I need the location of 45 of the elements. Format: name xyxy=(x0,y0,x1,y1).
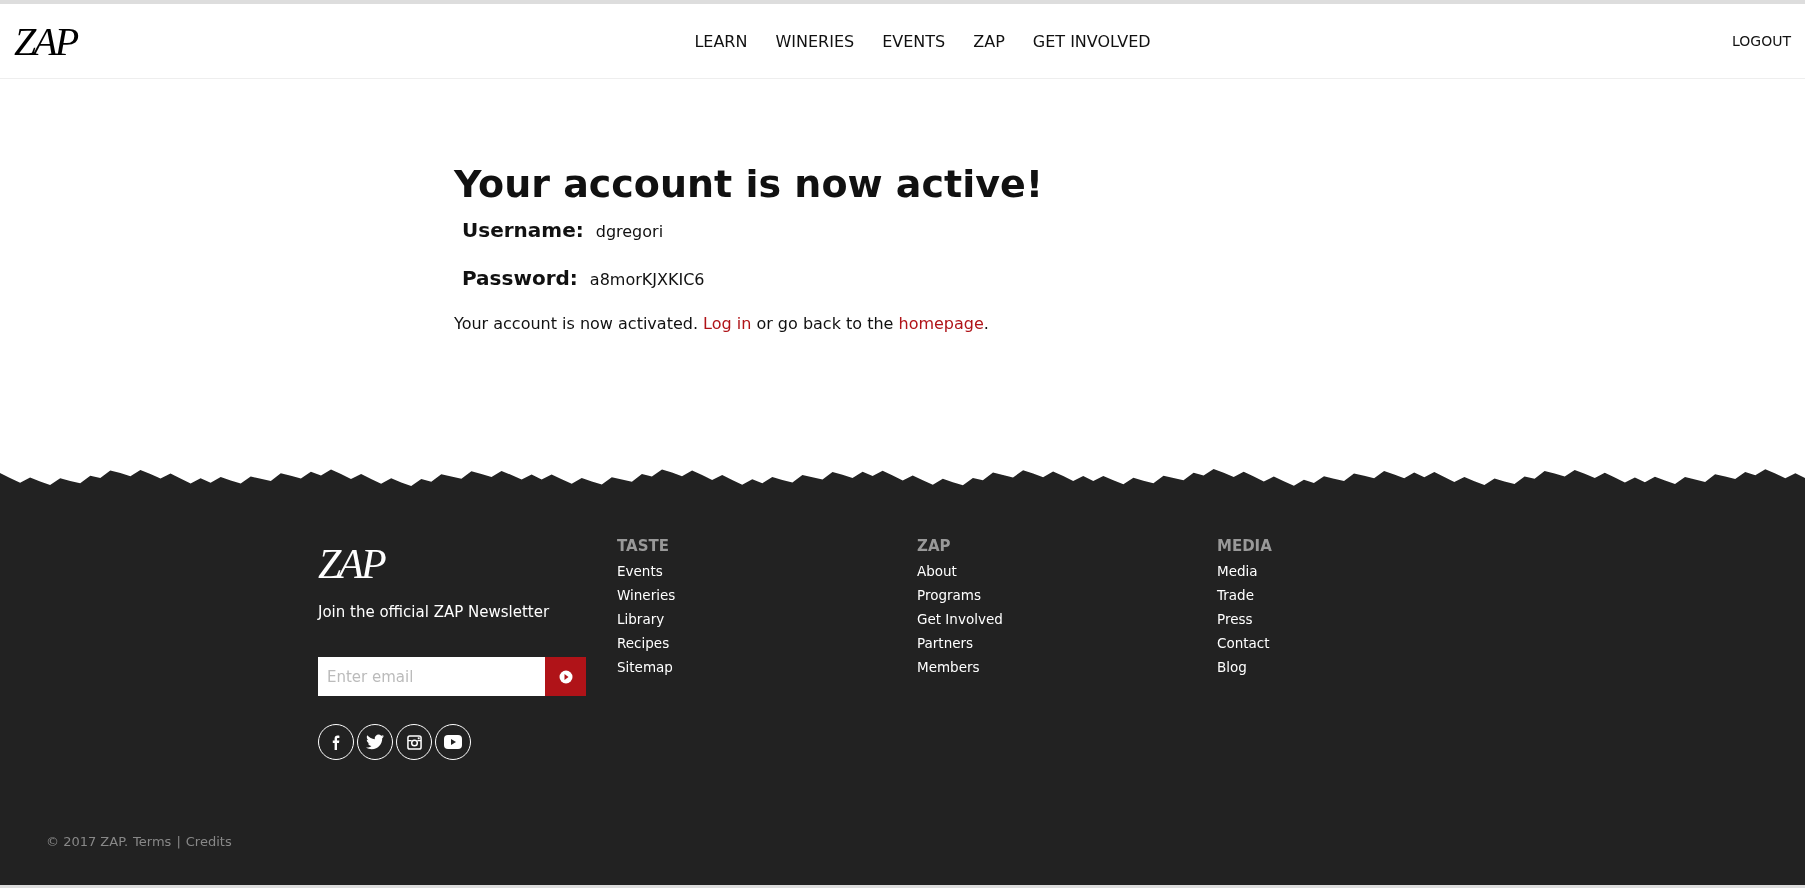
newsletter-text: Join the official ZAP Newsletter xyxy=(318,603,551,621)
email-field[interactable]: Enter email xyxy=(318,657,545,696)
field-label: Username: xyxy=(462,218,584,242)
nav-link[interactable]: ZAP xyxy=(973,31,1005,51)
homepage-link[interactable]: homepage xyxy=(898,314,984,333)
credits-link[interactable]: Credits xyxy=(185,834,232,849)
bird-icon xyxy=(366,734,384,750)
submit-button[interactable] xyxy=(545,657,586,696)
footer-link[interactable]: Get Involved xyxy=(917,607,1217,631)
camera-icon xyxy=(406,734,422,750)
footer-link[interactable]: Programs xyxy=(917,583,1217,607)
field-value: dgregori xyxy=(595,222,664,241)
copyright-text: © 2017 ZAP. xyxy=(46,834,129,849)
footer-link[interactable]: Wineries xyxy=(617,583,917,607)
nav-link[interactable]: EVENTS xyxy=(882,31,946,51)
nav-link[interactable]: GET INVOLVED xyxy=(1032,31,1151,51)
footer-link[interactable]: Members xyxy=(917,655,1217,679)
footer-link[interactable]: Library xyxy=(617,607,917,631)
footer-link[interactable]: Sitemap xyxy=(617,655,917,679)
field-value: a8morKJXKIC6 xyxy=(589,270,705,289)
separator-text: | xyxy=(176,834,181,849)
logout-link[interactable]: LOGOUT xyxy=(1732,33,1791,49)
login-link[interactable]: Log in xyxy=(703,314,752,333)
field-label: Password: xyxy=(462,266,578,290)
nav-link[interactable]: WINERIES xyxy=(775,31,855,51)
zap-logo[interactable]: ZAP xyxy=(318,537,617,591)
footer-link[interactable]: Press xyxy=(1217,607,1517,631)
zap-logo[interactable]: ZAP xyxy=(14,17,77,65)
footer-link[interactable]: About xyxy=(917,559,1217,583)
footer-link[interactable]: Events xyxy=(617,559,917,583)
column-heading: TASTE xyxy=(617,537,670,555)
footer-link[interactable]: Contact xyxy=(1217,631,1517,655)
column-heading: ZAP xyxy=(917,537,952,555)
activation-message: Your account is now activated. Log in or go back to the homepage. xyxy=(454,314,990,333)
column-heading: MEDIA xyxy=(1217,537,1273,555)
terms-link[interactable]: Terms xyxy=(133,834,172,849)
play-icon xyxy=(444,735,462,749)
page-title: Your account is now active! xyxy=(454,162,1045,206)
nav-link[interactable]: LEARN xyxy=(694,31,748,51)
footer-link[interactable]: Partners xyxy=(917,631,1217,655)
footer-link[interactable]: Trade xyxy=(1217,583,1517,607)
play-circle-icon xyxy=(558,669,573,684)
footer-link[interactable]: Recipes xyxy=(617,631,917,655)
footer-link[interactable]: Media xyxy=(1217,559,1517,583)
footer-link[interactable]: Blog xyxy=(1217,655,1517,679)
